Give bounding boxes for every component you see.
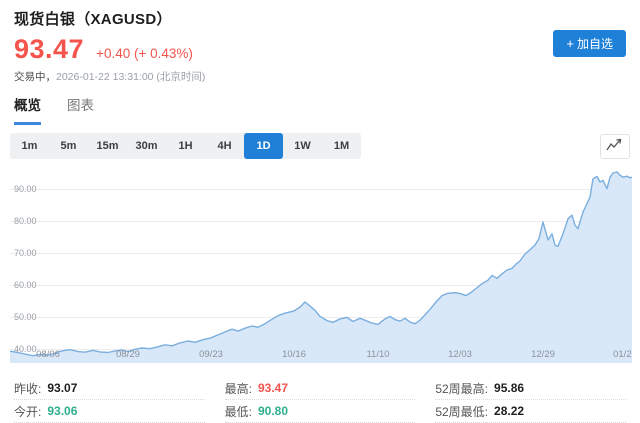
y-axis-label: 80.00	[14, 216, 37, 226]
stat-open: 今开: 93.06	[14, 400, 205, 423]
price-area-chart	[10, 171, 632, 363]
plus-icon: +	[566, 36, 574, 51]
timeframe-1m[interactable]: 1m	[10, 133, 49, 159]
price-change: +0.40 (+ 0.43%)	[96, 46, 193, 61]
stat-value: 93.47	[258, 381, 289, 395]
stat-prev-close: 昨收: 93.07	[14, 377, 205, 400]
timeframe-1m-month[interactable]: 1M	[322, 133, 361, 159]
chart-style-button[interactable]	[600, 133, 630, 159]
stat-low: 最低: 90.80	[224, 400, 416, 423]
add-watchlist-button[interactable]: + 加自选	[553, 30, 626, 57]
timeframe-1d[interactable]: 1D	[244, 133, 283, 159]
add-watchlist-label: 加自选	[576, 37, 613, 51]
timeframe-15m[interactable]: 15m	[88, 133, 127, 159]
x-axis-label: 08/29	[116, 349, 140, 360]
tab-chart[interactable]: 图表	[67, 94, 94, 125]
timeframe-5m[interactable]: 5m	[49, 133, 88, 159]
y-axis-label: 60.00	[14, 280, 37, 290]
stat-label: 今开:	[14, 404, 42, 419]
timeframe-1h[interactable]: 1H	[166, 133, 205, 159]
last-price: 93.47	[14, 34, 85, 64]
price-chart: 90.00 80.00 70.00 60.00 50.00 40.00 08/06 08/29…	[0, 163, 640, 367]
y-axis-label: 90.00	[14, 184, 37, 194]
stat-high: 最高: 93.47	[224, 377, 416, 400]
x-axis-label: 01/22	[613, 349, 632, 360]
timeframe-row: 1m 5m 15m 30m 1H 4H 1D 1W 1M	[0, 125, 640, 159]
trading-status-prefix: 交易中，	[14, 71, 56, 83]
x-axis-label: 12/29	[531, 349, 555, 360]
timeframe-group: 1m 5m 15m 30m 1H 4H 1D 1W 1M	[10, 133, 361, 159]
y-axis-label: 70.00	[14, 248, 37, 258]
stat-label: 最低:	[224, 404, 252, 419]
page-title: 现货白银（XAGUSD）	[14, 11, 172, 28]
timeframe-4h[interactable]: 4H	[205, 133, 244, 159]
x-axis-label: 08/06	[36, 349, 60, 360]
stat-label: 昨收:	[14, 381, 42, 396]
view-tabs: 概览 图表	[0, 84, 640, 125]
stat-label: 52周最高:	[435, 381, 489, 396]
x-axis-label: 09/23	[199, 349, 223, 360]
timeframe-30m[interactable]: 30m	[127, 133, 166, 159]
stat-value: 28.22	[494, 404, 525, 418]
trading-status: 交易中，2026-01-22 13:31:00 (北京时间)	[14, 69, 626, 84]
area-fill	[10, 172, 632, 363]
y-axis-label: 40.00	[14, 344, 37, 354]
stat-value: 93.06	[47, 404, 78, 418]
instrument-header: 现货白银（XAGUSD） + 加自选 93.47 +0.40 (+ 0.43%)…	[0, 0, 640, 84]
x-axis-label: 12/03	[448, 349, 472, 360]
stat-52wk-low: 52周最低: 28.22	[435, 400, 626, 423]
stat-label: 52周最低:	[435, 404, 489, 419]
timeframe-1w[interactable]: 1W	[283, 133, 322, 159]
stat-value: 90.80	[258, 404, 289, 418]
x-axis-label: 11/10	[366, 349, 390, 360]
stat-value: 95.86	[494, 381, 525, 395]
stat-label: 最高:	[224, 381, 252, 396]
tab-overview[interactable]: 概览	[14, 94, 41, 125]
stat-value: 93.07	[47, 381, 78, 395]
stats-grid: 昨收: 93.07 最高: 93.47 52周最高: 95.86 今开: 93.…	[0, 367, 640, 423]
chart-plot-area[interactable]: 90.00 80.00 70.00 60.00 50.00 40.00 08/06 08/29…	[10, 163, 632, 363]
stat-52wk-high: 52周最高: 95.86	[435, 377, 626, 400]
trading-status-time: 2026-01-22 13:31:00 (北京时间)	[56, 71, 206, 83]
line-chart-icon	[606, 138, 624, 155]
y-axis-label: 50.00	[14, 312, 37, 322]
x-axis-label: 10/16	[282, 349, 306, 360]
